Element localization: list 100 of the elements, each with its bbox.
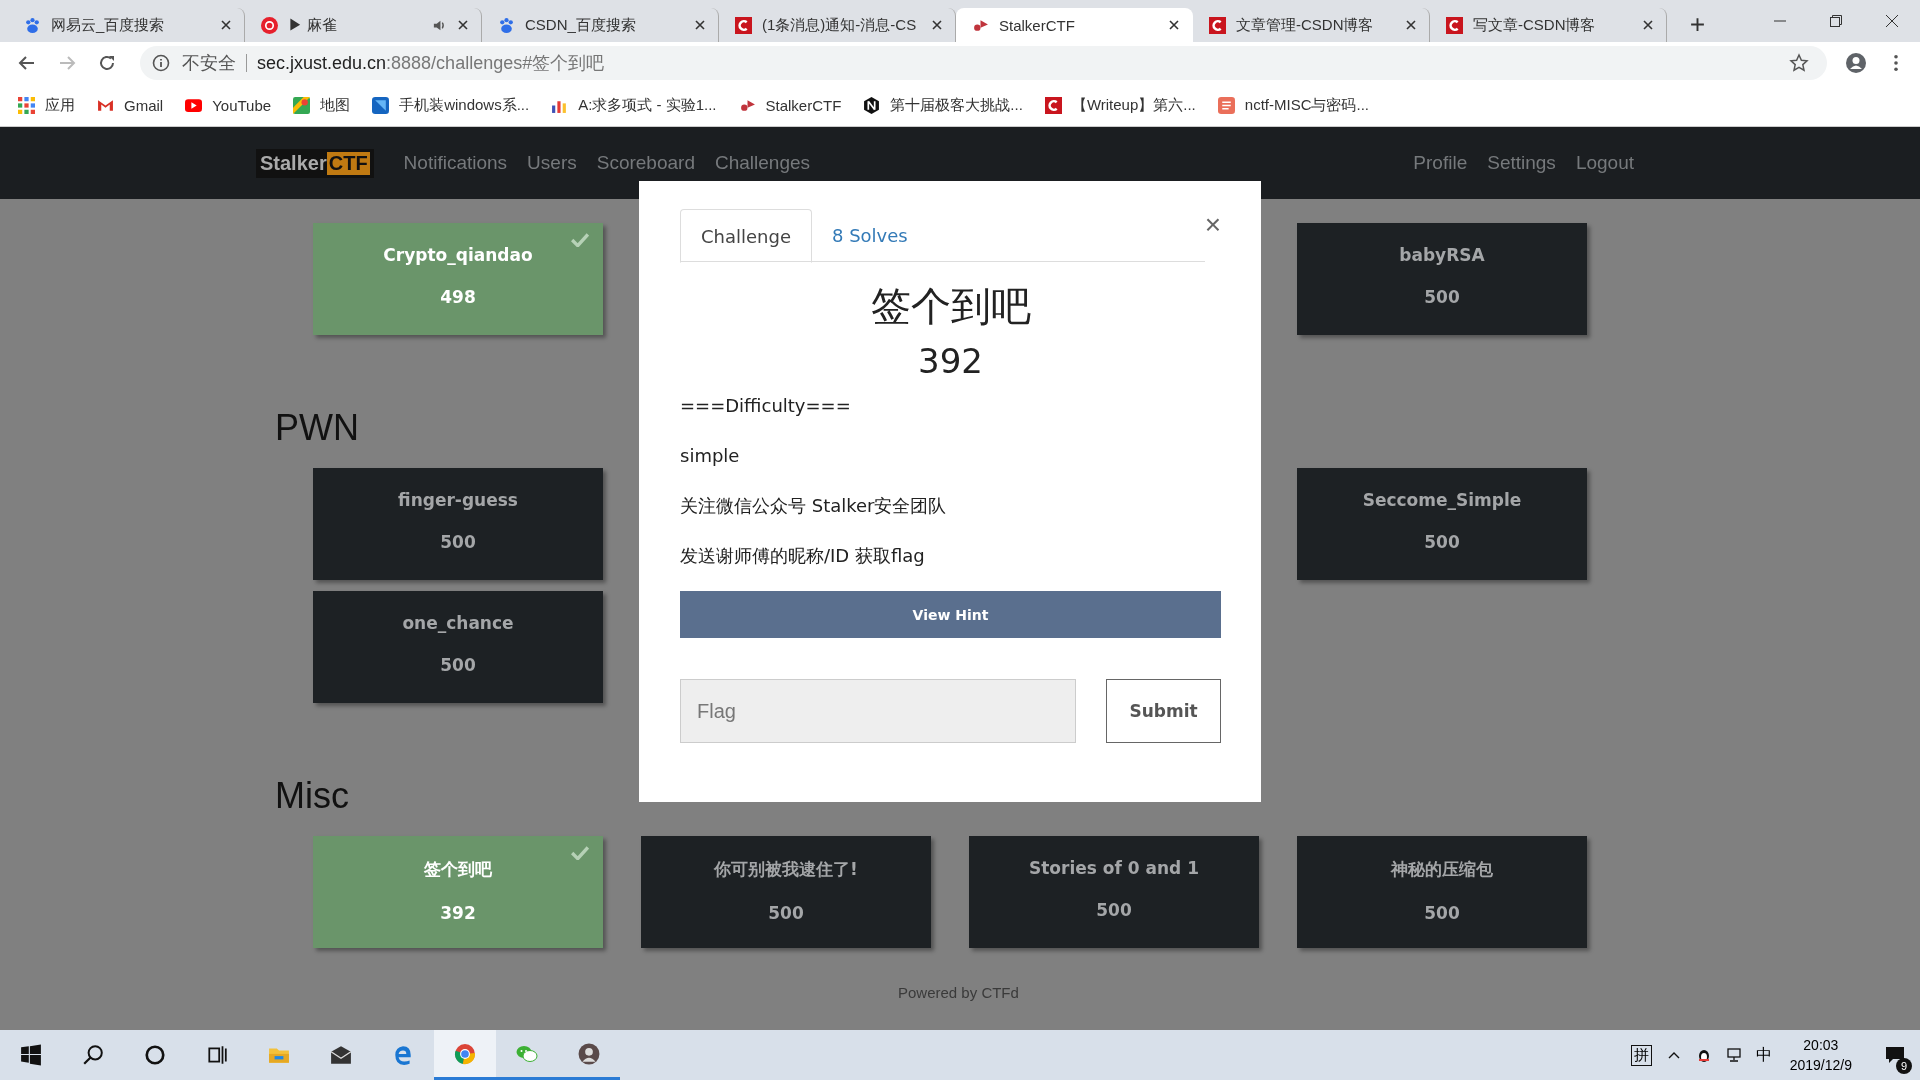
- square-icon: [372, 96, 390, 114]
- close-icon[interactable]: [931, 19, 943, 31]
- challenge-value: 392: [917, 340, 984, 383]
- letter-icon: [1446, 16, 1463, 34]
- challenge-points: 500: [1424, 287, 1460, 307]
- reload-icon[interactable]: [98, 54, 116, 72]
- star-icon[interactable]: [1789, 53, 1809, 73]
- nav-link[interactable]: Scoreboard: [596, 152, 695, 174]
- category-heading: PWN: [275, 406, 359, 450]
- challenge-points: 500: [440, 655, 476, 675]
- dialog-tab[interactable]: Challenge: [680, 209, 812, 263]
- play-icon: [185, 96, 203, 114]
- avatar-icon: [578, 1042, 600, 1065]
- challenge-name: finger-guess: [398, 490, 518, 510]
- challenge-card[interactable]: Stories of 0 and 1 500: [969, 836, 1259, 948]
- close-icon[interactable]: [1642, 19, 1654, 31]
- input-method-label[interactable]: 拼: [1630, 1044, 1652, 1066]
- close-icon[interactable]: [694, 19, 706, 31]
- security-label: 不安全: [182, 54, 247, 72]
- envelope-icon: [330, 1044, 352, 1066]
- close-icon[interactable]: [1168, 19, 1180, 31]
- address-bar[interactable]: 不安全 sec.jxust.edu.cn:8888/challenges#签个到吧: [140, 46, 1827, 80]
- letter-icon: [1044, 96, 1062, 114]
- check-icon: [571, 233, 589, 247]
- challenge-points: 392: [440, 903, 476, 923]
- challenge-card[interactable]: one_chance 500: [313, 591, 603, 703]
- description-text: 发送谢师傅的昵称/ID 获取flag: [680, 544, 926, 568]
- challenge-card[interactable]: Seccome_Simple 500: [1297, 468, 1587, 580]
- challenge-points: 500: [1424, 532, 1460, 552]
- category-heading: Misc: [275, 774, 349, 818]
- nav-link[interactable]: Settings: [1487, 152, 1556, 174]
- bookmark[interactable]: nctf-MISC与密码...: [1217, 95, 1369, 115]
- notification-button[interactable]: 9: [1870, 1030, 1920, 1080]
- paw-icon: [498, 16, 515, 34]
- plus-icon[interactable]: [1689, 16, 1706, 33]
- check-icon: [571, 846, 589, 860]
- language-label[interactable]: 中: [1755, 1044, 1772, 1066]
- challenge-name: babyRSA: [1399, 245, 1485, 265]
- submit-button[interactable]: Submit: [1106, 679, 1221, 743]
- paw-icon: [24, 16, 41, 34]
- letter-icon: [1209, 16, 1226, 34]
- bookmark[interactable]: 手机装windows系...: [372, 95, 530, 115]
- close-icon[interactable]: [457, 19, 469, 31]
- challenge-name: Crypto_qiandao: [383, 245, 533, 265]
- clock[interactable]: 20:03 2019/12/9: [1789, 1035, 1852, 1075]
- close-icon[interactable]: [1885, 14, 1899, 28]
- view-hint-button[interactable]: View Hint: [680, 591, 1221, 638]
- close-button[interactable]: ×: [1204, 213, 1221, 237]
- account-icon[interactable]: [1845, 52, 1867, 74]
- circle-icon: [144, 1044, 166, 1066]
- hexagon-icon: [863, 96, 881, 114]
- bookmark[interactable]: 应用: [18, 95, 75, 115]
- search-icon: [82, 1044, 104, 1066]
- menu-icon[interactable]: [1893, 54, 1899, 72]
- challenge-card[interactable]: 神秘的压缩包 500: [1297, 836, 1587, 948]
- site-logo[interactable]: StalkerCTF: [256, 148, 374, 178]
- nav-link[interactable]: Notifications: [403, 152, 508, 174]
- description-text: simple: [680, 444, 741, 468]
- nav-link[interactable]: Profile: [1413, 152, 1468, 174]
- challenge-name: one_chance: [402, 613, 514, 633]
- challenge-points: 500: [1424, 903, 1460, 923]
- nav-link[interactable]: Logout: [1575, 152, 1634, 174]
- challenge-name: 神秘的压缩包: [1391, 858, 1493, 881]
- bookmark[interactable]: YouTube: [185, 96, 272, 114]
- restore-icon[interactable]: [1829, 14, 1843, 28]
- browser-tab[interactable]: StalkerCTF: [956, 8, 1193, 42]
- close-icon[interactable]: [220, 19, 232, 31]
- bookmark[interactable]: Gmail: [97, 96, 164, 114]
- flag-input[interactable]: Flag: [680, 679, 1076, 743]
- network-icon[interactable]: [1725, 1047, 1742, 1063]
- map-icon: [293, 96, 311, 114]
- nav-link[interactable]: Challenges: [714, 152, 811, 174]
- note-icon: [1217, 96, 1235, 114]
- close-icon[interactable]: [1405, 19, 1417, 31]
- challenge-card[interactable]: finger-guess 500: [313, 468, 603, 580]
- back-icon[interactable]: [18, 54, 36, 72]
- challenge-name: 签个到吧: [424, 858, 492, 881]
- windows-icon: [20, 1044, 42, 1066]
- challenge-title: 签个到吧: [869, 282, 1032, 331]
- url-text: sec.jxust.edu.cn:8888/challenges#签个到吧: [257, 52, 605, 75]
- challenge-points: 498: [440, 287, 476, 307]
- nav-link[interactable]: Users: [527, 152, 577, 174]
- task-view-icon: [206, 1044, 228, 1066]
- message-icon: [1885, 1046, 1905, 1064]
- notification-count: 9: [1896, 1058, 1912, 1074]
- bookmark[interactable]: 第十届极客大挑战...: [863, 95, 1023, 115]
- info-icon[interactable]: [152, 54, 170, 72]
- bookmark[interactable]: 地图: [293, 95, 351, 115]
- clock-date: 2019/12/9: [1789, 1056, 1852, 1075]
- bookmark[interactable]: A:求多项式 - 实验1...: [551, 95, 717, 115]
- challenge-card[interactable]: babyRSA 500: [1297, 223, 1587, 335]
- challenge-points: 500: [1096, 900, 1132, 920]
- dialog-tab[interactable]: 8 Solves: [812, 209, 928, 262]
- bookmark[interactable]: StalkerCTF: [738, 96, 842, 114]
- challenge-card[interactable]: 你可别被我逮住了! 500: [641, 836, 931, 948]
- description-text: 关注微信公众号 Stalker安全团队: [680, 494, 948, 518]
- challenge-points: 500: [768, 903, 804, 923]
- bookmark[interactable]: 【Writeup】第六...: [1044, 95, 1196, 115]
- challenge-points: 500: [440, 532, 476, 552]
- apps-icon: [18, 96, 35, 114]
